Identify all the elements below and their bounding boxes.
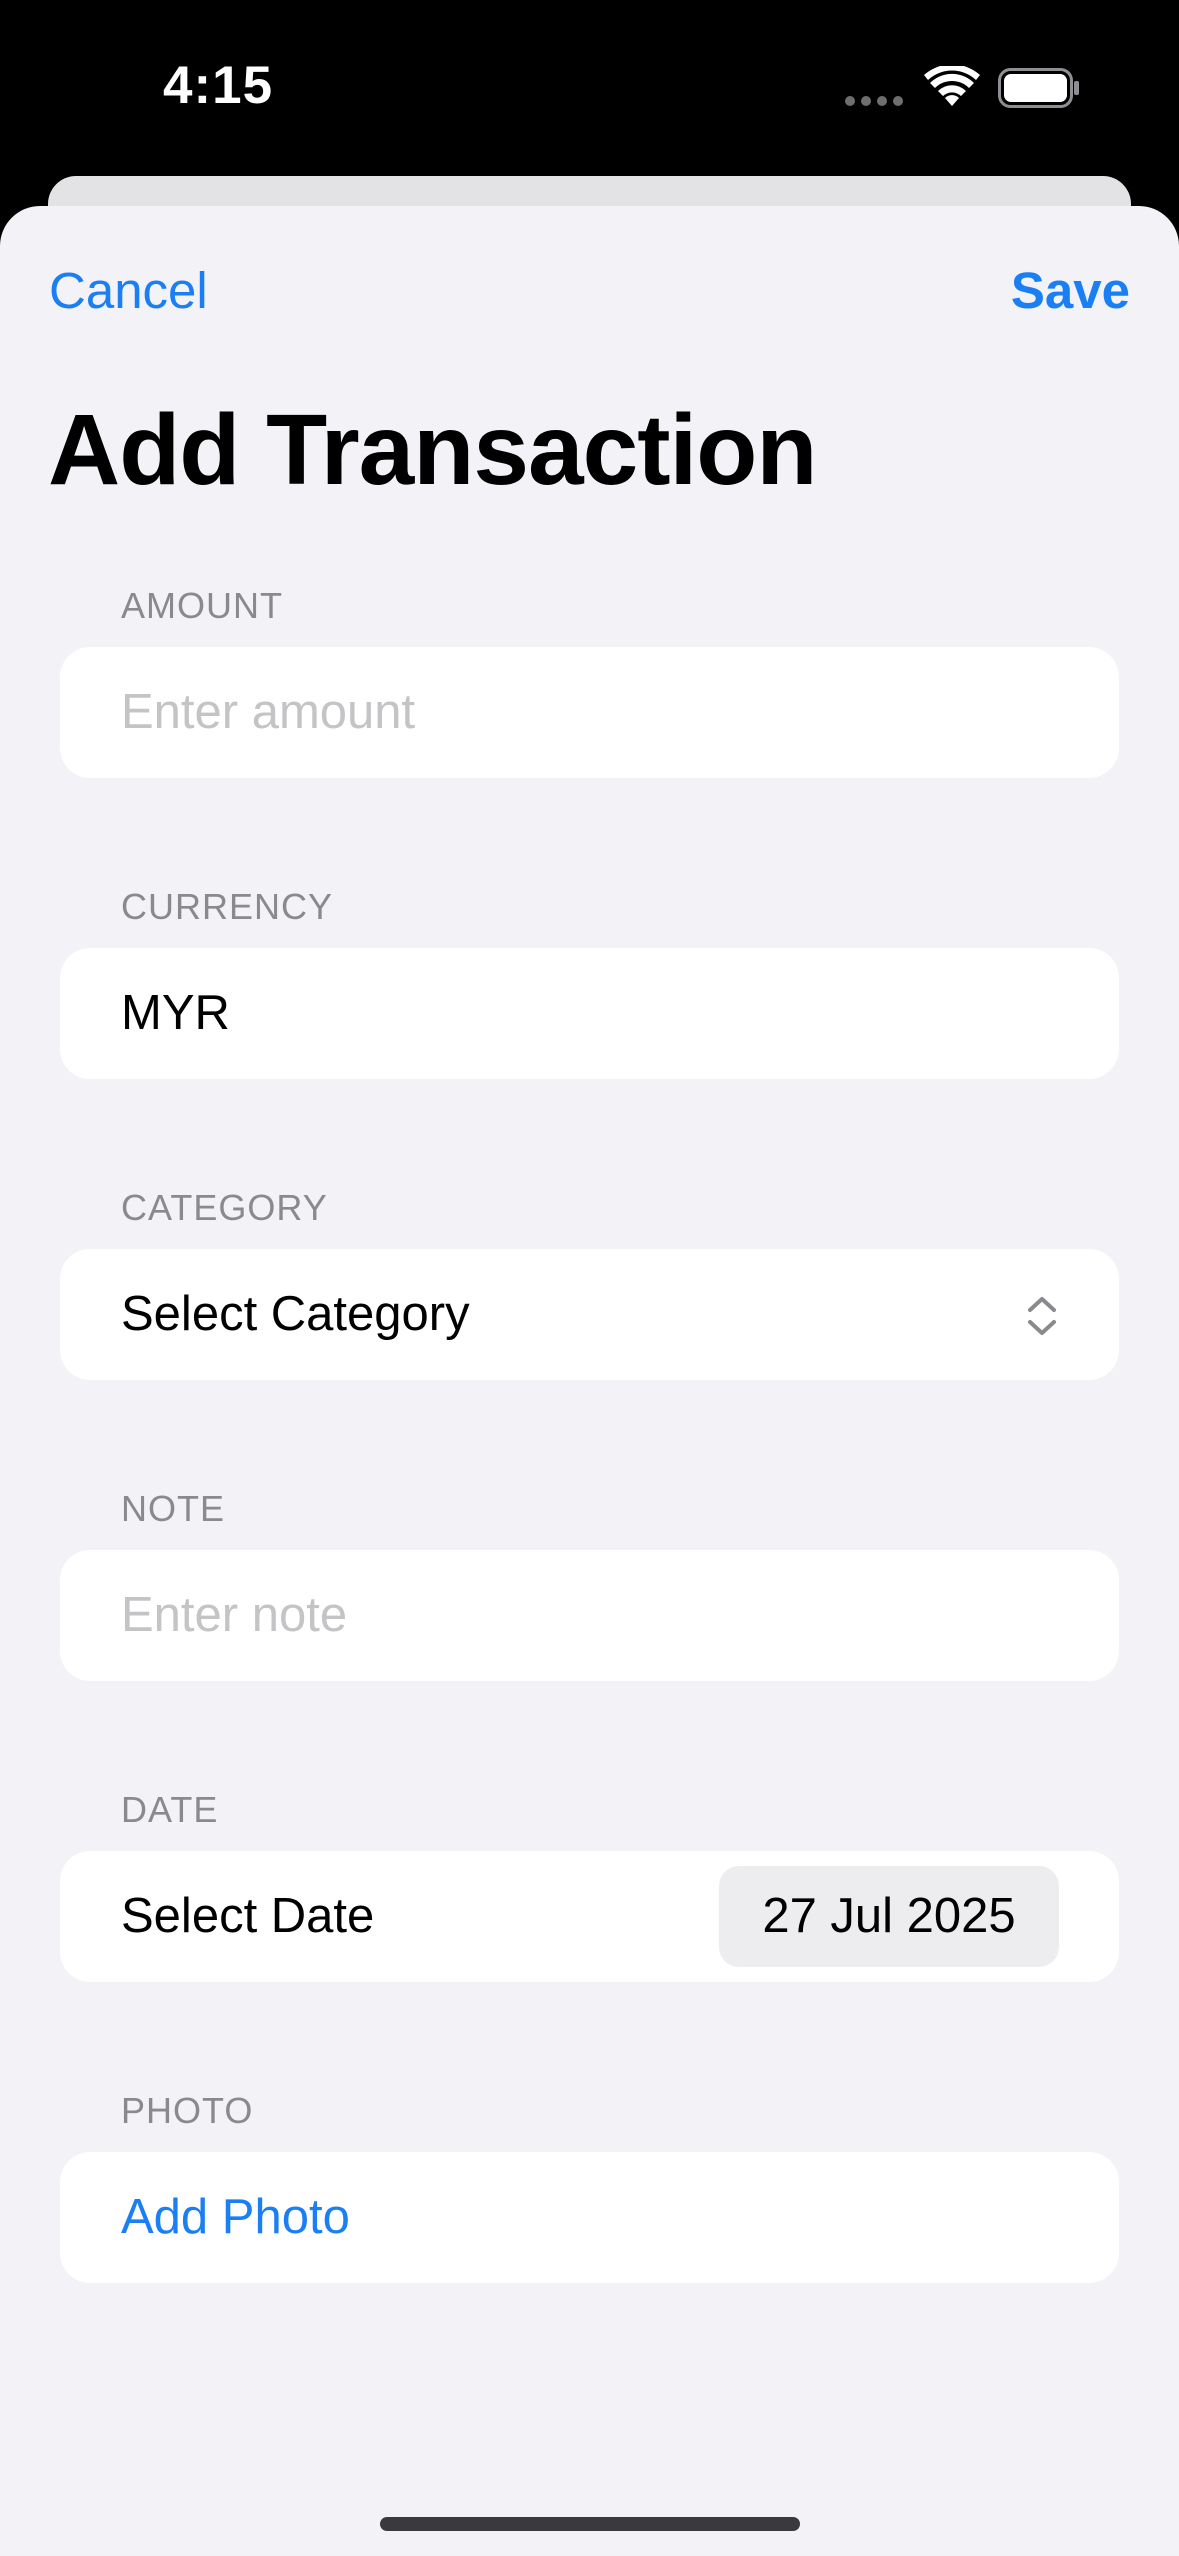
- currency-value[interactable]: MYR: [121, 948, 230, 1079]
- date-picker-button[interactable]: 27 Jul 2025: [719, 1866, 1059, 1967]
- status-bar: 4:15: [0, 0, 1179, 176]
- add-photo-button[interactable]: Add Photo: [121, 2152, 350, 2283]
- category-picker[interactable]: Select Category: [60, 1249, 1119, 1380]
- note-section-label: NOTE: [121, 1488, 226, 1529]
- cancel-button[interactable]: Cancel: [49, 258, 208, 324]
- home-indicator[interactable]: [380, 2517, 800, 2531]
- signal-dots-icon: [845, 96, 905, 106]
- photo-row[interactable]: Add Photo: [60, 2152, 1119, 2283]
- amount-section-label: AMOUNT: [121, 585, 283, 626]
- category-section-label: CATEGORY: [121, 1187, 328, 1228]
- status-time: 4:15: [163, 56, 274, 115]
- currency-section-label: CURRENCY: [121, 886, 334, 927]
- date-row: Select Date 27 Jul 2025: [60, 1851, 1119, 1982]
- battery-icon: [998, 68, 1079, 108]
- amount-field[interactable]: Enter amount: [60, 647, 1119, 778]
- date-section-label: DATE: [121, 1789, 219, 1830]
- page-title: Add Transaction: [48, 394, 817, 506]
- note-field[interactable]: Enter note: [60, 1550, 1119, 1681]
- photo-section-label: PHOTO: [121, 2090, 254, 2131]
- note-input-placeholder[interactable]: Enter note: [121, 1550, 347, 1681]
- screen: 4:15 Cancel Save Add Transaction AMOUNT …: [0, 0, 1179, 2556]
- chevron-up-down-icon: [1028, 1297, 1056, 1335]
- currency-field[interactable]: MYR: [60, 948, 1119, 1079]
- category-value[interactable]: Select Category: [121, 1249, 470, 1380]
- date-row-label: Select Date: [121, 1889, 375, 1943]
- wifi-icon: [924, 66, 980, 106]
- save-button[interactable]: Save: [1011, 258, 1130, 324]
- amount-input-placeholder[interactable]: Enter amount: [121, 647, 415, 778]
